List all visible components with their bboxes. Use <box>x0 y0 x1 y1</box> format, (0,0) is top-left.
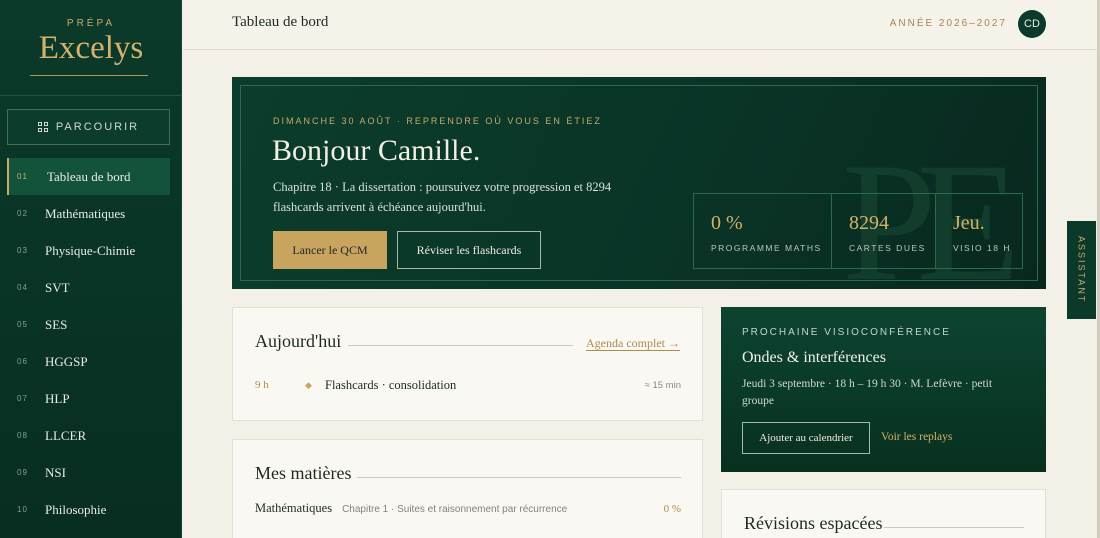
sidebar-item-label: LLCER <box>45 427 87 443</box>
subject-name: Mathématiques <box>255 501 333 515</box>
sidebar-item-nsi[interactable]: 09 NSI <box>7 454 170 491</box>
next-visio-card: PROCHAINE VISIOCONFÉRENCE Ondes & interf… <box>721 307 1046 472</box>
sidebar-item-number: 09 <box>17 468 28 477</box>
sidebar: PRÉPA Excelys PARCOURIR 01 Tableau de bo… <box>0 0 182 538</box>
sidebar-item-label: NSI <box>45 464 66 480</box>
stat-value: Jeu. <box>953 212 985 234</box>
sidebar-item-llcer[interactable]: 08 LLCER <box>7 417 170 454</box>
replays-link[interactable]: Voir les replays <box>881 431 952 443</box>
sidebar-item-tableau-de-bord[interactable]: 01 Tableau de bord <box>7 158 170 195</box>
sidebar-item-number: 07 <box>17 394 28 403</box>
sidebar-divider <box>0 95 182 96</box>
spaced-review-card: Révisions espacées <box>721 489 1046 538</box>
sidebar-item-label: SES <box>45 316 68 332</box>
sidebar-item-label: Tableau de bord <box>47 168 131 184</box>
sidebar-item-number: 02 <box>17 209 28 218</box>
brand-logo[interactable]: PRÉPA Excelys <box>0 18 182 65</box>
diamond-icon: ◆ <box>305 379 312 390</box>
sidebar-item-svt[interactable]: 04 SVT <box>7 269 170 306</box>
grid-icon <box>37 122 48 132</box>
event-label: Flashcards · consolidation <box>325 377 457 392</box>
full-agenda-link[interactable]: Agenda complet → <box>586 336 680 351</box>
browse-button-label: PARCOURIR <box>55 121 140 133</box>
hero-stats: 0 % PROGRAMME MATHS 8294 CARTES DUES Jeu… <box>693 193 1023 269</box>
sidebar-item-label: HLP <box>45 390 70 406</box>
hero-frame: DIMANCHE 30 AOÛT · REPRENDRE OÙ VOUS EN … <box>240 85 1038 281</box>
sidebar-item-number: 03 <box>17 246 28 255</box>
subjects-title: Mes matières <box>255 463 352 483</box>
event-duration: ≈ 15 min <box>644 379 681 391</box>
stat-label: PROGRAMME MATHS <box>711 243 822 253</box>
hero-date-eyebrow: DIMANCHE 30 AOÛT · REPRENDRE OÙ VOUS EN … <box>273 116 602 126</box>
browse-button[interactable]: PARCOURIR <box>7 109 170 145</box>
hero-greeting: Bonjour Camille. <box>272 134 481 167</box>
sidebar-item-number: 08 <box>17 431 28 440</box>
sidebar-nav: 01 Tableau de bord 02 Mathématiques 03 P… <box>7 158 170 528</box>
today-title: Aujourd'hui <box>255 331 342 351</box>
add-to-calendar-button[interactable]: Ajouter au calendrier <box>742 422 870 454</box>
event-time: 9 h <box>255 379 269 391</box>
visio-eyebrow: PROCHAINE VISIOCONFÉRENCE <box>742 327 951 338</box>
academic-year-label: ANNÉE 2026–2027 <box>889 18 1007 29</box>
visio-title: Ondes & interférences <box>742 349 886 366</box>
sidebar-item-physique-chimie[interactable]: 03 Physique-Chimie <box>7 232 170 269</box>
sidebar-item-label: HGGSP <box>45 353 88 369</box>
sidebar-item-number: 01 <box>17 172 28 181</box>
review-flashcards-button[interactable]: Réviser les flashcards <box>397 231 541 269</box>
hero-message: Chapitre 18 · La dissertation : poursuiv… <box>273 180 612 214</box>
sidebar-item-number: 06 <box>17 357 28 366</box>
avatar[interactable]: CD <box>1018 10 1046 38</box>
sidebar-item-hggsp[interactable]: 06 HGGSP <box>7 343 170 380</box>
sidebar-item-label: Physique-Chimie <box>45 242 136 258</box>
sidebar-item-label: Mathématiques <box>45 205 126 221</box>
brand-name: Excelys <box>38 30 144 66</box>
sidebar-item-number: 10 <box>17 505 28 514</box>
sidebar-item-label: SVT <box>45 279 70 295</box>
today-card: Aujourd'hui Agenda complet → 9 h ◆ Flash… <box>232 307 703 421</box>
page-title: Tableau de bord <box>232 14 329 30</box>
stat-value: 8294 <box>849 212 889 234</box>
sidebar-item-ses[interactable]: 05 SES <box>7 306 170 343</box>
subjects-card: Mes matières Mathématiques Chapitre 1 · … <box>232 439 703 538</box>
subject-progress: 0 % <box>663 503 681 515</box>
sidebar-item-number: 04 <box>17 283 28 292</box>
subject-chapter: Chapitre 1 · Suites et raisonnement par … <box>342 504 568 515</box>
brand-tagline: PRÉPA <box>66 18 116 29</box>
assistant-tab-label: ASSISTANT <box>1076 236 1087 304</box>
title-rule <box>348 345 573 346</box>
stat-label: VISIO 18 H <box>953 243 1011 253</box>
list-item[interactable]: 9 h ◆ Flashcards · consolidation ≈ 15 mi… <box>255 376 681 394</box>
stat-label: CARTES DUES <box>849 243 926 253</box>
start-qcm-button[interactable]: Lancer le QCM <box>273 231 387 269</box>
brand-divider <box>30 75 148 76</box>
sidebar-item-hlp[interactable]: 07 HLP <box>7 380 170 417</box>
top-bar: Tableau de bord ANNÉE 2026–2027 CD <box>183 0 1097 50</box>
list-item[interactable]: Mathématiques Chapitre 1 · Suites et rai… <box>255 501 681 516</box>
welcome-hero: PE DIMANCHE 30 AOÛT · REPRENDRE OÙ VOUS … <box>232 77 1046 289</box>
assistant-tab[interactable]: ASSISTANT <box>1067 221 1096 319</box>
sidebar-item-label: Philosophie <box>45 501 107 517</box>
stat-cartes-dues: 8294 CARTES DUES <box>832 194 936 268</box>
visio-detail: Jeudi 3 septembre · 18 h – 19 h 30 · M. … <box>742 378 993 407</box>
sidebar-item-number: 05 <box>17 320 28 329</box>
stat-programme-maths: 0 % PROGRAMME MATHS <box>694 194 832 268</box>
title-rule <box>357 477 681 478</box>
sidebar-item-philosophie[interactable]: 10 Philosophie <box>7 491 170 528</box>
sidebar-item-mathematiques[interactable]: 02 Mathématiques <box>7 195 170 232</box>
stat-value: 0 % <box>711 212 743 234</box>
title-rule <box>884 527 1024 528</box>
spaced-review-title: Révisions espacées <box>744 513 883 533</box>
stat-visio: Jeu. VISIO 18 H <box>936 194 1022 268</box>
